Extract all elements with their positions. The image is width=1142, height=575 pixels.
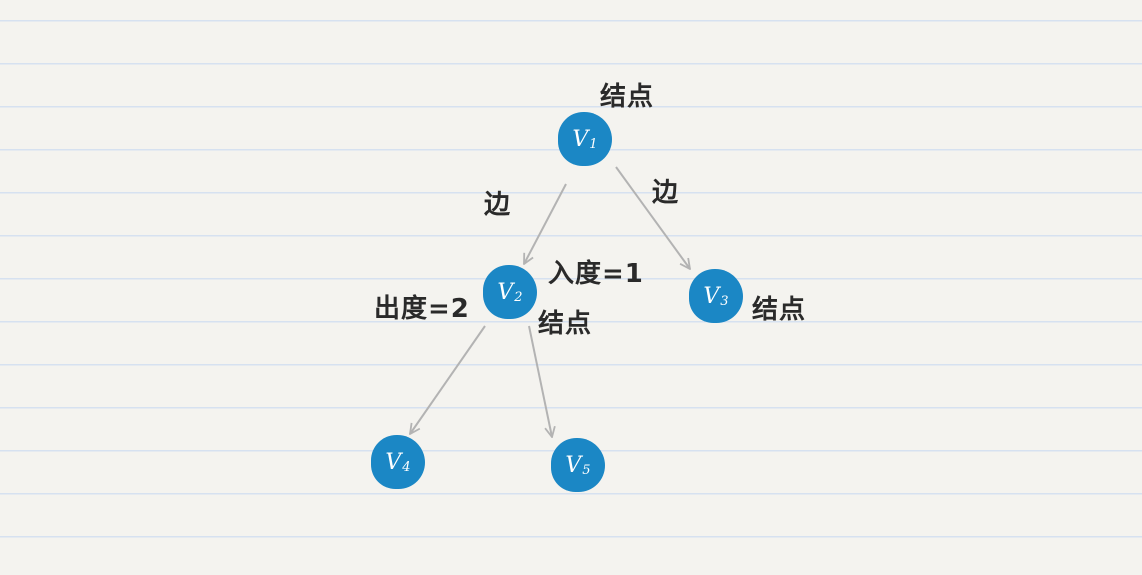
node-v3-letter: V [703,283,720,309]
node-v1: V1 [558,112,612,166]
node-label-v2: 结点 [538,309,593,339]
edge-v2-v4 [410,325,486,434]
node-v2-letter: V [497,279,514,305]
node-v4-subscript: 4 [402,459,411,475]
node-v4: V4 [371,435,425,489]
in-degree-label: 入度=1 [548,259,644,289]
node-v5-subscript: 5 [582,462,591,478]
node-v2: V2 [483,265,537,319]
node-v5-letter: V [565,452,582,478]
node-v3-subscript: 3 [720,293,729,309]
node-label-v1: 结点 [600,82,655,112]
edge-v1-v2 [524,183,567,264]
node-label-v3: 结点 [752,295,807,325]
edge-label-right: 边 [652,178,680,208]
node-v4-letter: V [385,449,402,475]
node-v3: V3 [689,269,743,323]
edge-label-left: 边 [484,190,512,220]
node-v2-subscript: 2 [514,289,523,305]
out-degree-label: 出度=2 [374,294,470,324]
edge-v2-v5 [528,325,552,437]
diagram-canvas: V1 V2 V3 V4 V5 结点 边 边 入度=1 出度=2 结点 结点 [0,0,1142,575]
node-v1-subscript: 1 [589,136,598,152]
node-v1-letter: V [572,126,589,152]
node-v5: V5 [551,438,605,492]
